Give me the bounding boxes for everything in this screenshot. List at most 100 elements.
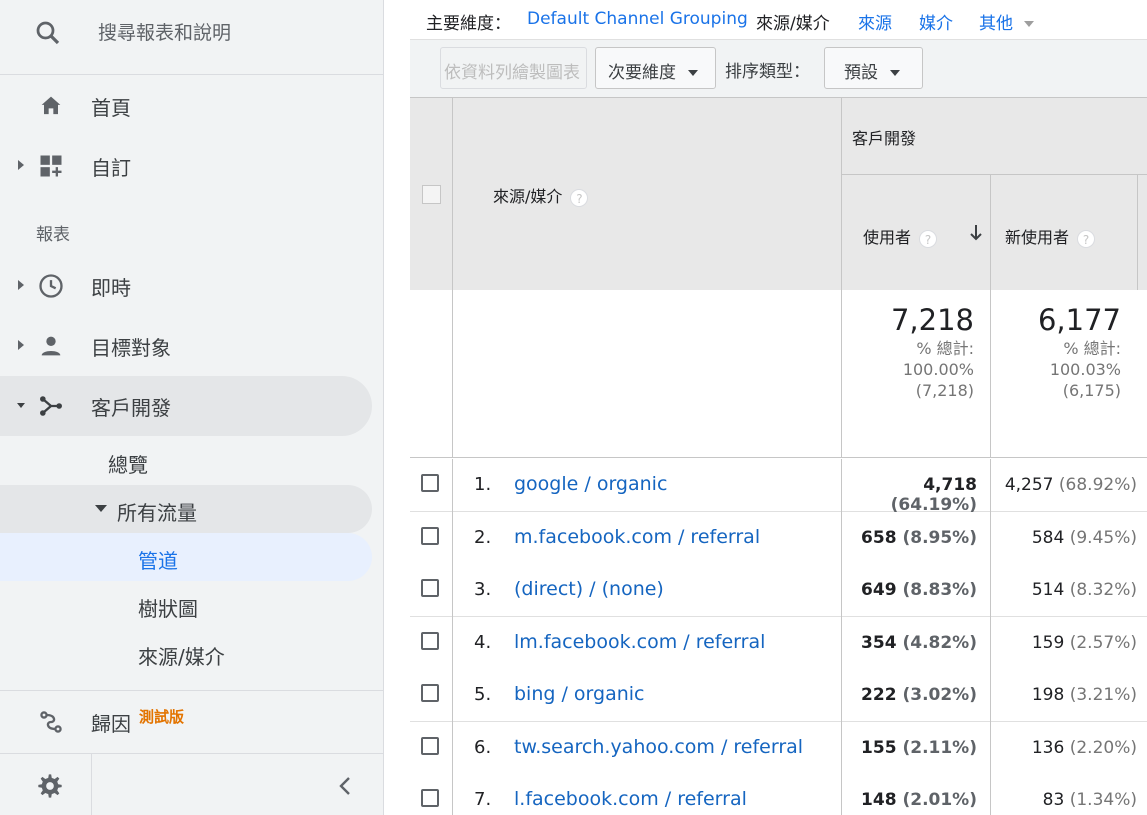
source-medium-link[interactable]: lm.facebook.com / referral	[514, 631, 765, 653]
sidebar-footer	[0, 753, 384, 815]
table-row: 1. google / organic 4,718 (64.19%) 4,257 (6…	[410, 459, 1147, 515]
source-medium-link[interactable]: tw.search.yahoo.com / referral	[514, 736, 803, 758]
dim-source[interactable]: 來源	[858, 9, 892, 34]
new-users-cell: 4,257 (68.92%)	[991, 475, 1147, 495]
sidebar-divider	[0, 690, 384, 691]
caret-down-icon	[890, 70, 900, 76]
users-value: 4,718	[923, 475, 977, 495]
source-medium-link[interactable]: l.facebook.com / referral	[514, 788, 747, 810]
nav-treemaps[interactable]: 樹狀圖	[138, 593, 198, 622]
new-users-pct: (2.57%)	[1069, 632, 1137, 653]
column-divider	[841, 98, 842, 291]
users-total-of: (7,218)	[915, 381, 974, 400]
table-row: 3. (direct) / (none) 649 (8.83%) 514 (8.32%…	[410, 564, 1147, 617]
sort-descending-icon[interactable]	[968, 223, 984, 243]
column-divider	[452, 564, 453, 617]
reports-section-heading: 報表	[36, 225, 70, 245]
search-input[interactable]: 搜尋報表和說明	[98, 18, 231, 45]
new-users-value: 584	[1031, 527, 1065, 548]
row-checkbox[interactable]	[421, 736, 439, 755]
column-divider	[452, 721, 453, 775]
column-divider	[452, 290, 453, 458]
users-total-pct-label: % 總計:	[916, 339, 974, 358]
help-icon[interactable]: ?	[570, 188, 589, 207]
sort-type-dropdown[interactable]: 預設	[824, 47, 923, 89]
plot-rows-button[interactable]: 依資料列繪製圖表	[440, 47, 587, 89]
row-checkbox[interactable]	[421, 526, 439, 545]
column-divider	[990, 290, 991, 458]
column-divider	[990, 175, 991, 291]
table-header: 來源/媒介? 客戶開發 使用者? 新使用者?	[410, 97, 1147, 291]
acquisition-icon	[40, 396, 62, 416]
users-header[interactable]: 使用者?	[863, 224, 938, 248]
nav-customize[interactable]: 自訂	[0, 136, 372, 196]
table-toolbar: 依資料列繪製圖表 次要維度 排序類型： 預設	[410, 40, 1147, 97]
nav-acquisition-label: 客戶開發	[91, 396, 171, 420]
row-number: 1.	[474, 474, 492, 495]
row-checkbox[interactable]	[421, 789, 439, 807]
row-checkbox[interactable]	[421, 579, 439, 597]
nav-all-traffic-label: 所有流量	[117, 501, 197, 525]
new-users-total-value: 6,177	[1037, 303, 1121, 337]
users-value: 658	[861, 527, 897, 548]
select-all-checkbox[interactable]	[422, 185, 441, 204]
row-number: 2.	[474, 526, 492, 548]
table-row: 7. l.facebook.com / referral 148 (2.01%) 83…	[410, 774, 1147, 815]
source-medium-link[interactable]: (direct) / (none)	[514, 578, 664, 600]
column-divider	[452, 459, 453, 512]
nav-home[interactable]: 首頁	[0, 76, 372, 136]
beta-badge: 測試版	[139, 708, 185, 726]
source-medium-link[interactable]: bing / organic	[514, 683, 645, 705]
nav-all-traffic[interactable]: 所有流量	[0, 485, 372, 533]
source-medium-link[interactable]: google / organic	[514, 473, 667, 495]
new-users-header[interactable]: 新使用者?	[1005, 224, 1096, 248]
new-users-total-pct: 100.03%	[1049, 360, 1121, 379]
users-value: 148	[861, 790, 897, 810]
dim-other-dropdown[interactable]: 其他	[979, 9, 1035, 34]
sort-type-value: 預設	[844, 63, 878, 83]
gear-icon[interactable]	[36, 772, 64, 800]
nav-channels[interactable]: 管道	[0, 533, 372, 581]
users-pct: (8.95%)	[902, 527, 977, 548]
nav-acquisition[interactable]: 客戶開發	[0, 376, 372, 436]
search-bar[interactable]: 搜尋報表和說明	[0, 0, 384, 75]
nav-overview[interactable]: 總覽	[108, 449, 148, 478]
nav-audience[interactable]: 目標對象	[0, 316, 372, 376]
nav-channels-label: 管道	[138, 549, 178, 573]
users-value: 155	[861, 737, 897, 758]
dim-source-medium[interactable]: 來源/媒介	[756, 9, 830, 34]
dim-other-label: 其他	[979, 14, 1013, 34]
users-value: 222	[861, 685, 897, 705]
dashboard-add-icon	[40, 155, 62, 177]
attribution-icon	[40, 711, 62, 733]
primary-dimension-bar: 主要維度： Default Channel Grouping 來源/媒介 來源 …	[410, 0, 1147, 40]
group-divider	[841, 174, 1147, 175]
new-users-cell: 514 (8.32%)	[991, 580, 1147, 600]
dim-default-channel-grouping[interactable]: Default Channel Grouping	[527, 9, 748, 29]
dim-medium[interactable]: 媒介	[919, 9, 953, 34]
row-number: 7.	[474, 789, 492, 810]
sidebar: 搜尋報表和說明 首頁 自訂 報表 即時 目標對象 客戶開發 總覽 所有流量 管道…	[0, 0, 384, 815]
help-icon[interactable]: ?	[1077, 229, 1096, 248]
users-cell: 148 (2.01%)	[842, 790, 989, 810]
row-checkbox[interactable]	[421, 684, 439, 702]
table-row: 2. m.facebook.com / referral 658 (8.95%) 58…	[410, 511, 1147, 565]
help-icon[interactable]: ?	[919, 229, 938, 248]
row-checkbox[interactable]	[421, 631, 439, 650]
secondary-dimension-dropdown[interactable]: 次要維度	[595, 47, 716, 89]
table-row: 5. bing / organic 222 (3.02%) 198 (3.21%)	[410, 669, 1147, 722]
new-users-total-pct-label: % 總計:	[1063, 339, 1121, 358]
users-header-label: 使用者	[863, 228, 912, 247]
dimension-header[interactable]: 來源/媒介?	[493, 183, 589, 207]
source-medium-link[interactable]: m.facebook.com / referral	[514, 526, 760, 548]
users-value: 354	[861, 632, 897, 653]
chevron-left-icon[interactable]	[334, 772, 356, 800]
nav-source-medium[interactable]: 來源/媒介	[138, 641, 225, 670]
clock-icon	[39, 274, 63, 298]
nav-realtime[interactable]: 即時	[0, 256, 372, 316]
row-checkbox[interactable]	[421, 474, 439, 492]
users-pct: (2.01%)	[902, 790, 977, 810]
collapse-arrow-icon	[95, 505, 107, 512]
nav-attribution[interactable]: 歸因	[0, 692, 372, 752]
expand-arrow-icon	[18, 280, 24, 290]
